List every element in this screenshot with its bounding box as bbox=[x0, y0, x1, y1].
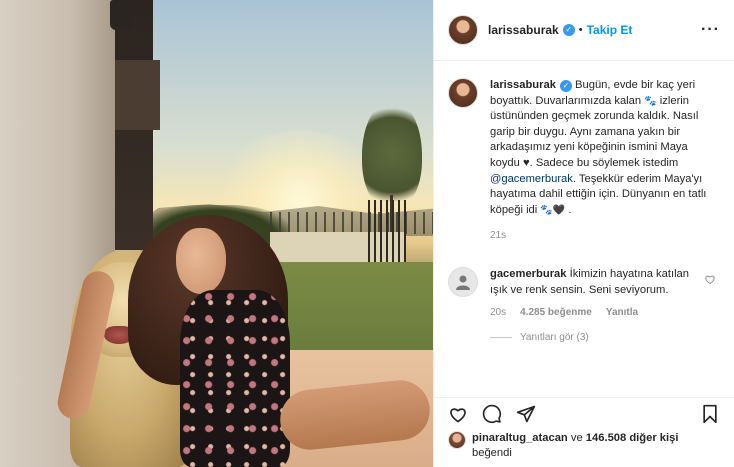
comment-icon[interactable] bbox=[482, 404, 502, 424]
floral-dress bbox=[180, 290, 290, 467]
heart-icon[interactable] bbox=[448, 404, 468, 424]
more-horizontal-icon[interactable]: ··· bbox=[701, 21, 720, 39]
post-header: larissaburak ✓ • Takip Et ··· bbox=[434, 0, 734, 61]
avatar[interactable] bbox=[448, 267, 478, 298]
action-bar bbox=[434, 397, 734, 429]
fence bbox=[270, 212, 433, 234]
comment-like-count[interactable]: 4.285 beğenme bbox=[520, 307, 592, 318]
likes-summary: pinaraltug_atacan ve 146.508 diğer kişi … bbox=[448, 431, 728, 461]
avatar[interactable] bbox=[448, 15, 478, 45]
mention-link[interactable]: @gacemerburak bbox=[490, 173, 573, 185]
separator-dot: • bbox=[578, 24, 583, 36]
comment-meta: 20s 4.285 beğenme Yanıtla bbox=[490, 307, 720, 318]
avatar[interactable] bbox=[448, 78, 478, 108]
woman-face bbox=[176, 228, 226, 294]
tree bbox=[362, 100, 422, 210]
likes-connector: ve bbox=[570, 432, 583, 444]
likes-count[interactable]: 146.508 diğer kişi bbox=[586, 432, 679, 444]
caption-text: larissaburak ✓ Bugün, evde bir kaç yeri b… bbox=[490, 78, 720, 218]
divider bbox=[490, 336, 512, 338]
reply-button[interactable]: Yanıtla bbox=[606, 307, 638, 318]
author-username[interactable]: larissaburak bbox=[488, 23, 559, 37]
post-side-panel: larissaburak ✓ • Takip Et ··· larissabur… bbox=[433, 0, 734, 467]
share-icon[interactable] bbox=[516, 404, 536, 424]
comment-timestamp[interactable]: 20s bbox=[490, 307, 506, 318]
verified-badge-icon: ✓ bbox=[562, 24, 575, 36]
comment-username[interactable]: gacemerburak bbox=[490, 268, 567, 280]
likes-suffix: beğendi bbox=[472, 447, 512, 459]
caption-end: . bbox=[568, 203, 572, 216]
post-photo[interactable] bbox=[0, 0, 433, 467]
view-replies-label: Yanıtları gör (3) bbox=[520, 331, 589, 343]
caption: larissaburak ✓ Bugün, evde bir kaç yeri b… bbox=[448, 78, 720, 218]
caption-line-3: . Sadece bu söylemek istedim bbox=[529, 156, 679, 169]
instagram-post: larissaburak ✓ • Takip Et ··· larissabur… bbox=[0, 0, 734, 467]
caption-username[interactable]: larissaburak bbox=[490, 79, 556, 91]
black-heart-icon: 🖤 bbox=[552, 204, 566, 216]
likes-text: pinaraltug_atacan ve 146.508 diğer kişi … bbox=[472, 431, 678, 461]
wall-lamp bbox=[110, 0, 132, 30]
heart-icon[interactable] bbox=[704, 273, 716, 285]
comment: gacemerburak İkimizin hayatına katılan ı… bbox=[448, 267, 720, 298]
comments-list: larissaburak ✓ Bugün, evde bir kaç yeri b… bbox=[434, 62, 734, 397]
heart-emoji-icon: ♥ bbox=[522, 156, 530, 169]
view-replies-button[interactable]: Yanıtları gör (3) bbox=[490, 332, 720, 343]
house-balcony bbox=[115, 60, 160, 130]
caption-timestamp[interactable]: 21s bbox=[490, 230, 720, 241]
liker-username[interactable]: pinaraltug_atacan bbox=[472, 432, 568, 444]
person-icon bbox=[456, 275, 470, 291]
verified-badge-icon: ✓ bbox=[559, 80, 572, 92]
bookmark-icon[interactable] bbox=[700, 404, 720, 424]
avatar[interactable] bbox=[448, 431, 466, 449]
comment-text: gacemerburak İkimizin hayatına katılan ı… bbox=[490, 267, 690, 298]
paw-icon: 🐾 bbox=[644, 95, 657, 107]
paw-icon: 🐾 bbox=[540, 204, 553, 216]
follow-button[interactable]: Takip Et bbox=[587, 23, 633, 37]
